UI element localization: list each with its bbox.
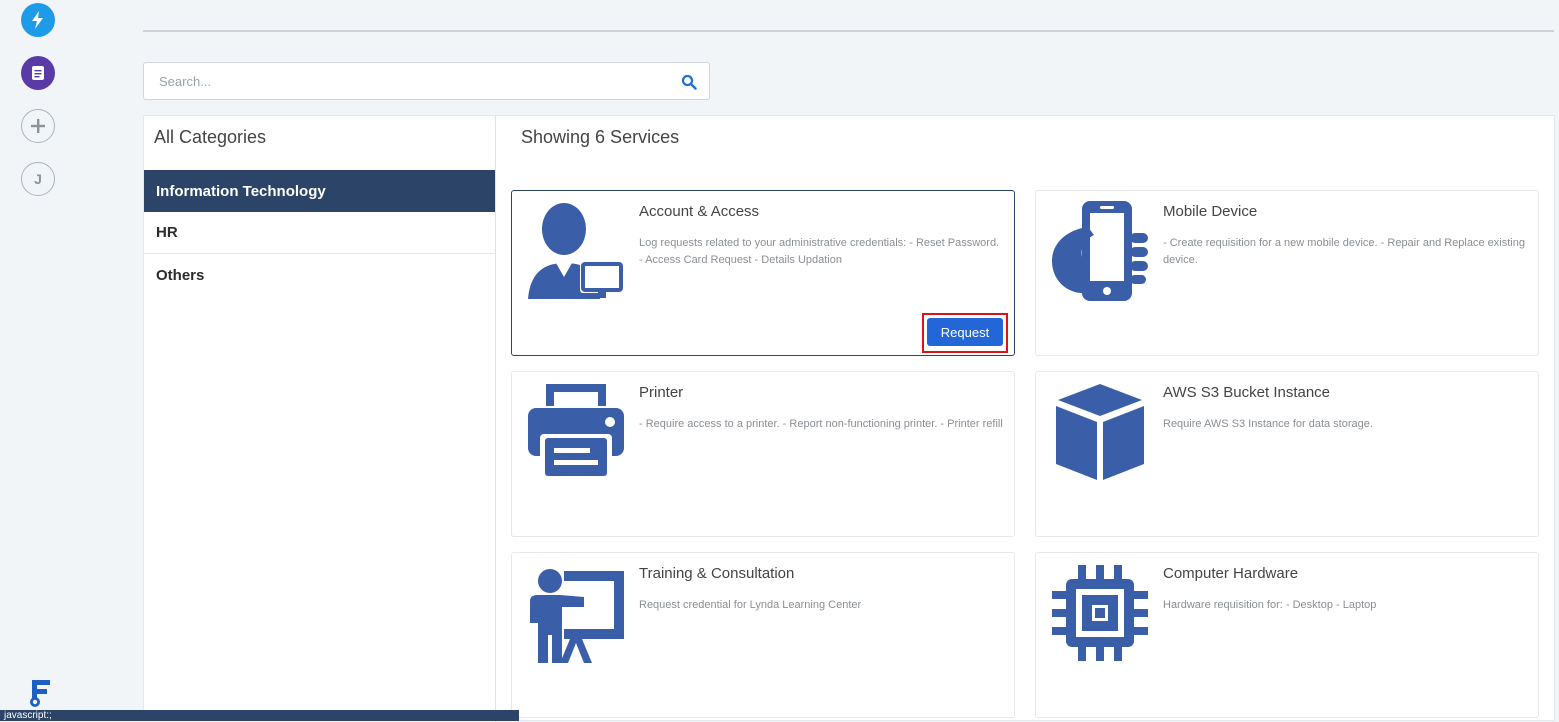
service-title: Training & Consultation bbox=[639, 565, 795, 582]
search-box bbox=[143, 62, 710, 100]
status-bar: javascript:; bbox=[0, 710, 519, 721]
catalog-panel: All Categories Information Technology HR… bbox=[143, 115, 1555, 722]
plus-icon[interactable] bbox=[21, 109, 55, 143]
services-count-title: Showing 6 Services bbox=[521, 127, 680, 147]
user-avatar[interactable]: J bbox=[21, 162, 55, 196]
service-title: AWS S3 Bucket Instance bbox=[1163, 384, 1331, 401]
service-description: - Require access to a printer. - Report … bbox=[639, 418, 1003, 430]
left-rail: J bbox=[0, 0, 76, 721]
service-description: - Create requisition for a new mobile de… bbox=[1163, 237, 1525, 266]
presentation-icon bbox=[530, 569, 624, 663]
service-description: Hardware requisition for: - Desktop - La… bbox=[1163, 599, 1377, 611]
service-description: Request credential for Lynda Learning Ce… bbox=[639, 599, 862, 611]
notes-icon[interactable] bbox=[21, 56, 55, 90]
mobile-hand-icon bbox=[1052, 201, 1148, 301]
service-card-mobile-device[interactable]: Mobile Device - Create requisition for a… bbox=[1035, 190, 1539, 356]
service-title: Computer Hardware bbox=[1163, 565, 1299, 582]
category-others[interactable]: Others bbox=[144, 254, 495, 296]
service-card-aws-s3[interactable]: AWS S3 Bucket Instance Require AWS S3 In… bbox=[1035, 371, 1539, 537]
category-hr[interactable]: HR bbox=[144, 212, 495, 254]
category-information-technology[interactable]: Information Technology bbox=[144, 170, 495, 212]
service-card-training[interactable]: Training & Consultation Request credenti… bbox=[511, 552, 1015, 718]
user-computer-icon bbox=[528, 203, 624, 299]
bolt-icon[interactable] bbox=[21, 3, 55, 37]
cube-icon bbox=[1056, 384, 1144, 480]
search-icon[interactable] bbox=[681, 74, 697, 90]
service-title: Mobile Device bbox=[1163, 203, 1258, 220]
search-input[interactable] bbox=[144, 63, 664, 99]
categories-title: All Categories bbox=[154, 127, 267, 147]
request-highlight: Request bbox=[922, 313, 1008, 353]
top-divider bbox=[143, 30, 1554, 32]
service-title: Account & Access bbox=[639, 203, 760, 220]
service-card-computer-hardware[interactable]: Computer Hardware Hardware requisition f… bbox=[1035, 552, 1539, 718]
chip-icon bbox=[1052, 565, 1148, 661]
request-button[interactable]: Request bbox=[927, 318, 1003, 346]
category-list: All Categories Information Technology HR… bbox=[144, 116, 496, 722]
printer-icon bbox=[528, 384, 624, 480]
service-description: Log requests related to your administrat… bbox=[639, 237, 1000, 266]
service-title: Printer bbox=[639, 384, 684, 401]
service-description: Require AWS S3 Instance for data storage… bbox=[1163, 418, 1373, 430]
service-card-printer[interactable]: Printer - Require access to a printer. -… bbox=[511, 371, 1015, 537]
service-card-account-access[interactable]: Account & Access Log requests related to… bbox=[511, 190, 1015, 356]
app-logo-icon bbox=[28, 678, 52, 708]
